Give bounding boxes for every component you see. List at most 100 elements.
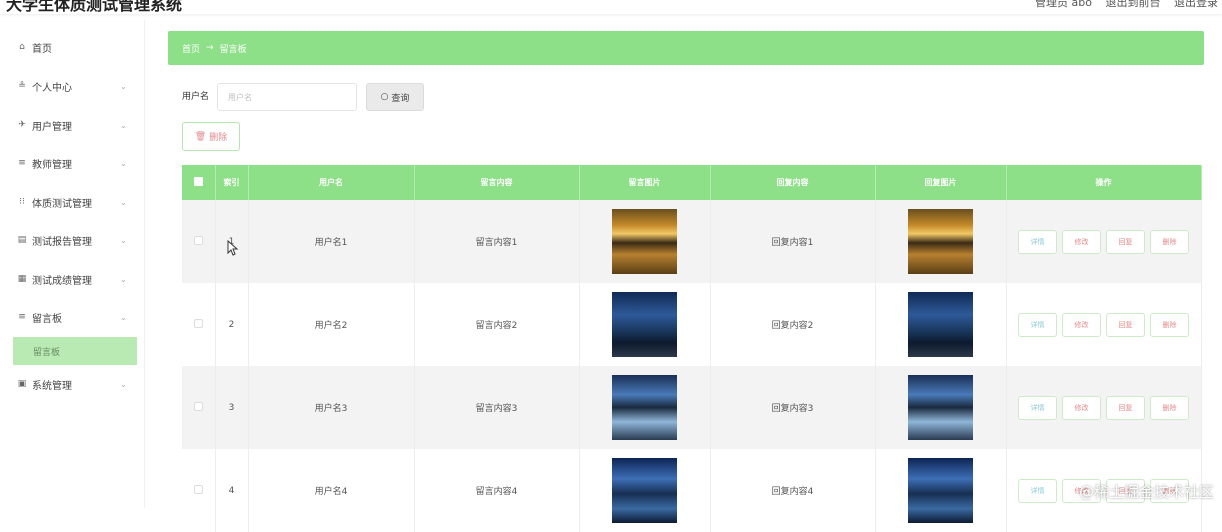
reply-button[interactable]: 回复	[1106, 396, 1145, 420]
message-image[interactable]	[612, 292, 677, 357]
edit-button[interactable]: 修改	[1062, 230, 1101, 254]
search-icon: ○	[381, 92, 389, 102]
delete-button[interactable]: 删除	[1150, 396, 1189, 420]
sidebar-item-label: 测试成绩管理	[32, 272, 92, 287]
detail-button[interactable]: 详情	[1018, 479, 1057, 503]
row-reply: 回复内容3	[710, 366, 875, 449]
reply-image[interactable]	[908, 209, 973, 274]
row-username: 用户名4	[248, 449, 414, 532]
row-actions: 详情修改回复删除	[1006, 283, 1201, 366]
chevron-down-icon: ⌄	[120, 159, 127, 168]
row-checkbox[interactable]	[182, 283, 215, 366]
watermark: @稀土掘金技术社区	[1079, 481, 1214, 502]
sidebar-item-teachers[interactable]: ≡ 教师管理 ⌄	[0, 146, 145, 180]
row-reply: 回复内容1	[710, 200, 875, 283]
column-header-reply[interactable]: 回复内容	[710, 165, 875, 200]
row-reply-image-cell	[875, 449, 1006, 532]
row-username: 用户名1	[248, 200, 414, 283]
row-message-image-cell	[579, 200, 710, 283]
detail-button[interactable]: 详情	[1018, 313, 1057, 337]
row-actions: 详情修改回复删除	[1006, 366, 1201, 449]
row-message: 留言内容4	[414, 449, 579, 532]
sidebar-item-message-board[interactable]: ≡ 留言板 ⌄	[0, 300, 145, 334]
row-index: 4	[215, 449, 248, 532]
reply-image[interactable]	[908, 375, 973, 440]
row-actions: 详情修改回复删除	[1006, 200, 1201, 283]
chevron-down-icon: ⌄	[120, 121, 127, 130]
table-row: 3用户名3留言内容3回复内容3详情修改回复删除	[182, 366, 1201, 449]
row-reply-image-cell	[875, 366, 1006, 449]
breadcrumb-current: 留言板	[220, 42, 247, 55]
breadcrumb-home[interactable]: 首页	[182, 42, 200, 55]
sidebar-item-label: 测试报告管理	[32, 233, 92, 248]
message-image[interactable]	[612, 375, 677, 440]
exit-frontend-link[interactable]: 退出到前台	[1106, 0, 1161, 9]
row-message: 留言内容2	[414, 283, 579, 366]
column-header-message-image[interactable]: 留言图片	[579, 165, 710, 200]
chevron-down-icon: ⌄	[120, 236, 127, 245]
sidebar-item-home[interactable]: ⌂ 首页	[0, 30, 145, 64]
batch-delete-button[interactable]: 🗑 删除	[182, 122, 240, 151]
row-reply-image-cell	[875, 283, 1006, 366]
reply-image[interactable]	[908, 458, 973, 523]
table-row: 1用户名1留言内容1回复内容1详情修改回复删除	[182, 200, 1201, 283]
row-reply: 回复内容2	[710, 283, 875, 366]
grid-icon: ⁝⁝	[16, 197, 28, 207]
message-image[interactable]	[612, 458, 677, 523]
table-row: 4用户名4留言内容4回复内容4详情修改回复删除	[182, 449, 1201, 532]
edit-button[interactable]: 修改	[1062, 396, 1101, 420]
chevron-down-icon: ⌄	[120, 82, 127, 91]
row-message-image-cell	[579, 449, 710, 532]
message-table: 索引 用户名 留言内容 留言图片 回复内容 回复图片 操作 1用户名1留言内容1…	[182, 165, 1202, 532]
column-header-reply-image[interactable]: 回复图片	[875, 165, 1006, 200]
message-image[interactable]	[612, 209, 677, 274]
edit-button[interactable]: 修改	[1062, 313, 1101, 337]
search-input[interactable]	[217, 83, 357, 111]
sidebar-item-profile[interactable]: ≗ 个人中心 ⌄	[0, 69, 145, 103]
row-checkbox[interactable]	[182, 200, 215, 283]
select-all-checkbox[interactable]	[182, 165, 215, 200]
detail-button[interactable]: 详情	[1018, 396, 1057, 420]
row-reply-image-cell	[875, 200, 1006, 283]
search-button-label: 查询	[391, 91, 409, 104]
chevron-down-icon: ⌄	[120, 380, 127, 389]
column-header-actions: 操作	[1006, 165, 1201, 200]
row-username: 用户名2	[248, 283, 414, 366]
row-username: 用户名3	[248, 366, 414, 449]
row-message: 留言内容3	[414, 366, 579, 449]
sidebar-item-fitness-tests[interactable]: ⁝⁝ 体质测试管理 ⌄	[0, 185, 145, 219]
row-message-image-cell	[579, 366, 710, 449]
column-header-message[interactable]: 留言内容	[414, 165, 579, 200]
row-index: 2	[215, 283, 248, 366]
sidebar-item-system[interactable]: ▣ 系统管理 ⌄	[0, 367, 145, 401]
reply-image[interactable]	[908, 292, 973, 357]
row-checkbox[interactable]	[182, 449, 215, 532]
sidebar-item-test-scores[interactable]: ▦ 测试成绩管理 ⌄	[0, 262, 145, 296]
row-message: 留言内容1	[414, 200, 579, 283]
sidebar-item-users[interactable]: ✈ 用户管理 ⌄	[0, 108, 145, 142]
delete-button[interactable]: 删除	[1150, 230, 1189, 254]
sidebar-item-label: 体质测试管理	[32, 195, 92, 210]
row-checkbox[interactable]	[182, 366, 215, 449]
search-button[interactable]: ○ 查询	[366, 83, 424, 111]
column-header-username[interactable]: 用户名	[248, 165, 414, 200]
users-icon: ✈	[16, 120, 28, 130]
user-label: 管理员 abo	[1035, 0, 1092, 9]
logout-link[interactable]: 退出登录	[1174, 0, 1218, 9]
sidebar-item-test-reports[interactable]: ▤ 测试报告管理 ⌄	[0, 223, 145, 257]
sidebar: ⌂ 首页 ≗ 个人中心 ⌄ ✈ 用户管理 ⌄ ≡ 教师管理 ⌄ ⁝⁝ 体质测试管…	[0, 20, 145, 508]
sidebar-subitem-message-board[interactable]: 留言板	[13, 337, 137, 365]
chevron-down-icon: ⌄	[120, 313, 127, 322]
detail-button[interactable]: 详情	[1018, 230, 1057, 254]
reply-button[interactable]: 回复	[1106, 230, 1145, 254]
score-icon: ▦	[16, 274, 28, 284]
table-row: 2用户名2留言内容2 回复内容2 详情修改回复删除	[182, 283, 1201, 366]
sidebar-item-label: 系统管理	[32, 377, 72, 392]
column-header-index: 索引	[215, 165, 248, 200]
sidebar-item-label: 个人中心	[32, 79, 72, 94]
reply-button[interactable]: 回复	[1106, 313, 1145, 337]
breadcrumb: 首页 → 留言板	[168, 31, 1204, 65]
top-bar: 大学生体质测试管理系统 管理员 abo 退出到前台 退出登录	[0, 0, 1222, 14]
delete-button[interactable]: 删除	[1150, 313, 1189, 337]
user-icon: ≗	[16, 81, 28, 91]
